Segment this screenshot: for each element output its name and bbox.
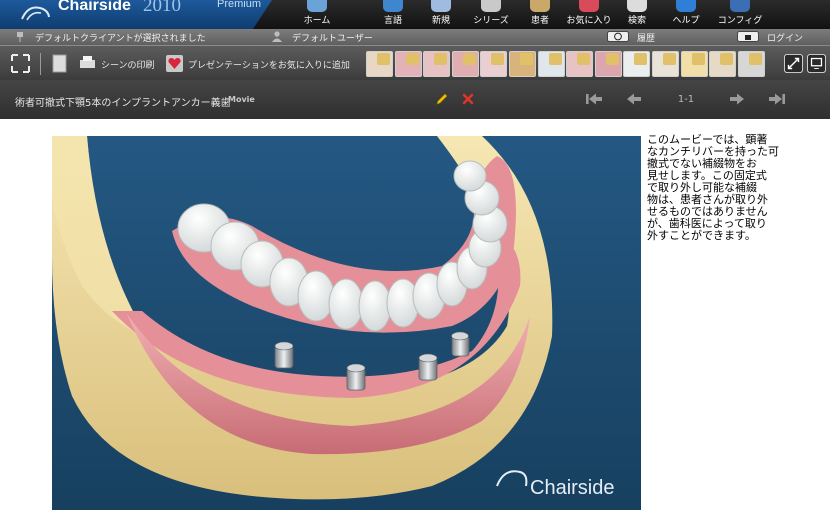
brand-name: Chairside <box>58 0 131 14</box>
thumbnail-badge <box>634 53 648 65</box>
lock-icon[interactable] <box>737 31 759 42</box>
print-scene-button[interactable]: シーンの印刷 <box>101 58 155 71</box>
edit-pencil-icon[interactable] <box>435 92 449 106</box>
thumbnail-badge <box>663 53 676 65</box>
new-doc-icon <box>431 0 451 12</box>
user-status[interactable]: デフォルトユーザー <box>292 31 373 44</box>
nav-patient-label: 患者 <box>530 16 549 26</box>
thumbnail-badge <box>520 53 533 65</box>
thumbnail-badge <box>720 53 734 65</box>
nav-patient-button[interactable]: 患者 <box>516 0 564 29</box>
scene-thumbnail-denture[interactable] <box>623 51 651 77</box>
nav-help-label: ヘルプ <box>672 16 700 26</box>
scene-thumbnail-surgery[interactable] <box>652 51 679 77</box>
film-icon <box>481 0 501 12</box>
last-page-icon[interactable] <box>768 92 786 106</box>
thumbnail-badge <box>748 53 762 65</box>
fullscreen-icon[interactable] <box>11 54 30 73</box>
page-icon[interactable] <box>52 54 67 73</box>
tool-bar: シーンの印刷 プレゼンテーションをお気に入りに追加 <box>0 45 830 80</box>
expand-icon[interactable] <box>783 54 804 73</box>
scene-thumbnail-implant[interactable] <box>537 51 565 77</box>
chair-icon <box>307 0 327 12</box>
history-icon[interactable] <box>607 31 629 42</box>
presentation-icon[interactable] <box>806 54 827 73</box>
scene-thumbnail-periodontal[interactable] <box>566 51 594 77</box>
nav-series-label: シリーズ <box>473 16 509 26</box>
thumbnail-badge <box>491 53 505 65</box>
thumbnail-badge <box>691 53 705 65</box>
thumbnail-badge <box>405 53 419 65</box>
globe-icon <box>383 0 403 12</box>
nav-home-label: ホーム <box>303 16 331 26</box>
thumbnail-badge <box>434 53 448 65</box>
tooth-logo-icon <box>21 6 50 21</box>
nav-config-label: コンフィグ <box>717 16 763 26</box>
scene-thumbnail-root-canal[interactable] <box>509 51 536 77</box>
nav-help-button[interactable]: ヘルプ <box>662 0 710 29</box>
description-line: 外すことができます。 <box>647 229 756 242</box>
content-area: Chairside このムービーでは、顕著 なカンチリバーを持った可 撤式でない… <box>0 119 830 510</box>
top-toolbar: Chairside 2010 Premium ホーム 言語 新規 シリーズ 患者… <box>0 0 830 29</box>
heart-icon <box>579 0 599 12</box>
delete-x-icon[interactable] <box>462 93 474 105</box>
history-link[interactable]: 履歴 <box>637 31 655 44</box>
nav-home-button[interactable]: ホーム <box>293 0 341 29</box>
help-icon <box>676 0 696 12</box>
thumbnail-badge <box>577 53 591 65</box>
first-page-icon[interactable] <box>585 92 603 106</box>
nav-search-button[interactable]: 検索 <box>613 0 661 29</box>
thumbnail-badge <box>462 53 476 65</box>
chairside-app: Chairside 2010 Premium ホーム 言語 新規 シリーズ 患者… <box>0 0 830 510</box>
nav-language-button[interactable]: 言語 <box>369 0 417 29</box>
print-icon[interactable] <box>79 54 96 73</box>
search-icon <box>627 0 647 12</box>
thumbnail-badge <box>377 53 390 65</box>
scene-thumbnail-whitening[interactable] <box>594 51 622 77</box>
nav-language-label: 言語 <box>383 16 402 26</box>
pin-icon <box>17 32 23 42</box>
nav-series-button[interactable]: シリーズ <box>467 0 515 29</box>
scene-thumbnail-veneer[interactable] <box>480 51 508 77</box>
scene-thumbnail-sealant[interactable] <box>680 51 708 77</box>
patient-icon <box>530 0 550 12</box>
movie-player[interactable]: Chairside <box>52 136 641 510</box>
chairside-watermark: Chairside <box>530 477 614 499</box>
toolbar-divider <box>40 53 41 75</box>
implant-denture-illustration: Chairside <box>52 136 641 510</box>
favorite-heart-icon[interactable] <box>166 54 183 73</box>
add-favorite-button[interactable]: プレゼンテーションをお気に入りに追加 <box>188 58 350 71</box>
scene-thumbnail-ortho[interactable] <box>451 51 479 77</box>
movie-type-label: Movie <box>228 95 255 104</box>
thumbnail-badge <box>548 53 562 65</box>
login-link[interactable]: ログイン <box>767 31 803 44</box>
status-bar: デフォルトクライアントが選択されました デフォルトユーザー 履歴 ログイン <box>0 29 830 45</box>
scene-thumbnail-xray[interactable] <box>737 51 765 77</box>
brand-edition: Premium <box>217 0 262 10</box>
brand-logo: Chairside 2010 Premium <box>0 0 272 29</box>
thumbnail-badge <box>605 53 619 65</box>
client-status: デフォルトクライアントが選択されました <box>35 34 206 44</box>
nav-config-button[interactable]: コンフィグ <box>716 0 764 29</box>
brand-year: 2010 <box>143 0 181 16</box>
nav-favorites-label: お気に入り <box>566 16 612 26</box>
movie-title: 術者可撤式下顎5本のインプラントアンカー義歯 <box>15 98 231 109</box>
movie-description: このムービーでは、顕著 なカンチリバーを持った可 撤式でない補綴物をお 見せしま… <box>647 134 779 242</box>
movie-title-bar: 術者可撤式下顎5本のインプラントアンカー義歯 Movie 1-1 <box>0 80 830 119</box>
nav-new-button[interactable]: 新規 <box>417 0 465 29</box>
scene-thumbnail-extraction[interactable] <box>366 51 393 77</box>
next-page-icon[interactable] <box>729 92 745 106</box>
nav-new-label: 新規 <box>431 16 450 26</box>
page-indicator: 1-1 <box>677 94 695 105</box>
gear-icon <box>730 0 750 12</box>
scene-thumbnail-crown[interactable] <box>394 51 422 77</box>
scene-thumbnail-bridge[interactable] <box>423 51 451 77</box>
previous-page-icon[interactable] <box>626 92 642 106</box>
nav-favorites-button[interactable]: お気に入り <box>565 0 613 29</box>
user-icon <box>272 31 282 42</box>
nav-search-label: 検索 <box>627 16 646 26</box>
scene-thumbnail-hygiene[interactable] <box>709 51 737 77</box>
